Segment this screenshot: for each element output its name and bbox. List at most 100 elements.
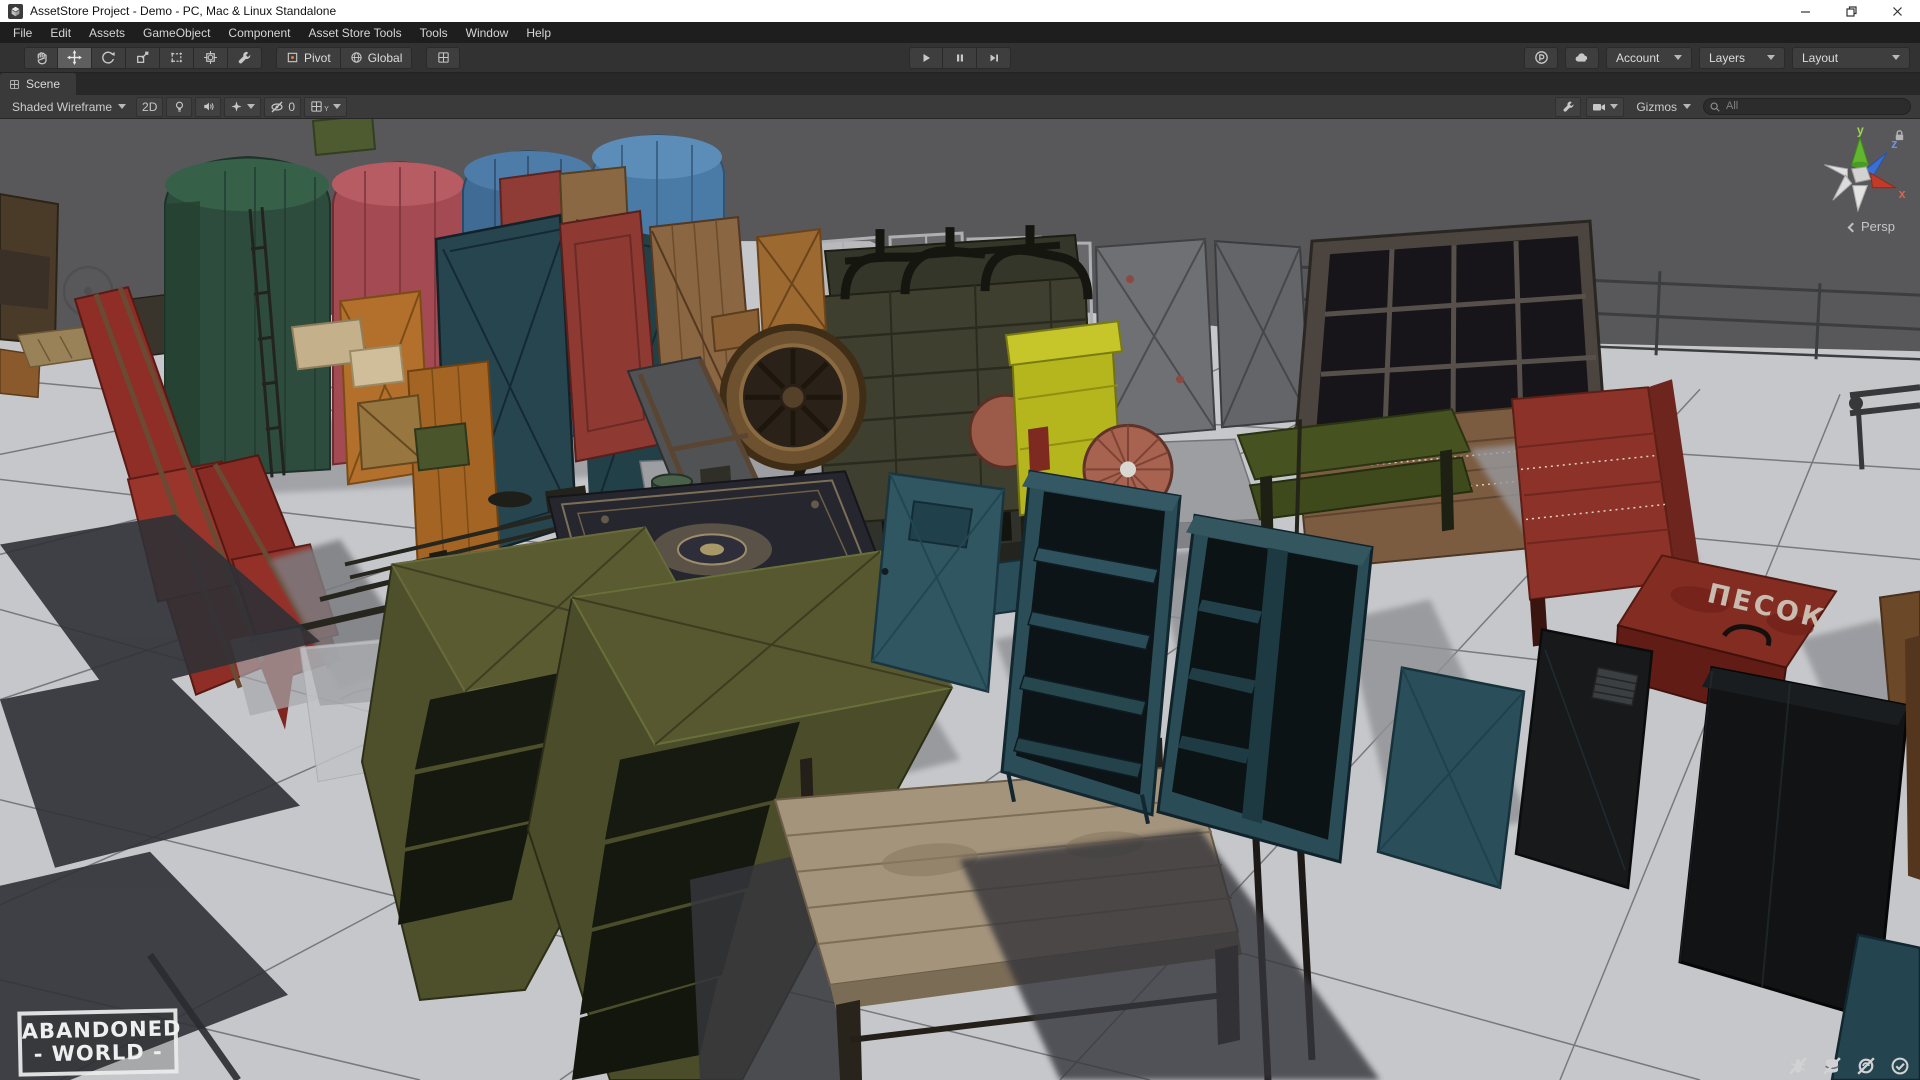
neg-z-axis-cone[interactable] (1832, 174, 1853, 201)
scene-3d-render[interactable]: ПЕСОК (0, 119, 1920, 1080)
beige-crate (348, 344, 406, 389)
persp-arrow-icon (1847, 222, 1858, 232)
window-titlebar: AssetStore Project - Demo - PC, Mac & Li… (0, 0, 1920, 22)
transform-tool-button[interactable] (194, 46, 228, 69)
connection-slash-icon[interactable] (1856, 1056, 1876, 1076)
scene-object-teal-wardrobe[interactable] (1156, 513, 1374, 864)
menu-help[interactable]: Help (517, 22, 560, 43)
menu-window[interactable]: Window (457, 22, 518, 43)
menu-tools[interactable]: Tools (411, 22, 457, 43)
grid-axis-icon (311, 101, 322, 112)
layout-dropdown[interactable]: Layout (1792, 46, 1910, 69)
grid-visibility-dropdown[interactable]: Y (304, 96, 347, 117)
step-icon (990, 54, 998, 62)
camera-icon (1593, 103, 1606, 110)
projection-toggle[interactable]: Persp (1824, 219, 1920, 234)
cache-slash-icon[interactable] (1822, 1056, 1842, 1076)
scene-object-metal-panels[interactable] (1094, 238, 1312, 441)
ammo-box (311, 119, 377, 157)
lock-icon[interactable] (1893, 129, 1906, 147)
move-tool-button[interactable] (58, 46, 92, 69)
wrench-icon (238, 51, 251, 64)
close-button[interactable] (1874, 0, 1920, 22)
rect-tool-icon (171, 52, 182, 63)
layers-label: Layers (1709, 50, 1746, 65)
plastic-scm-icon (1534, 51, 1548, 64)
camera-settings-dropdown[interactable] (1586, 96, 1625, 117)
scale-icon (137, 51, 149, 63)
tasks-check-icon[interactable] (1890, 1056, 1910, 1076)
scene-search-input[interactable] (1703, 98, 1911, 115)
hand-tool-button[interactable] (24, 46, 58, 69)
tab-scene[interactable]: Scene (0, 73, 77, 95)
restore-button[interactable] (1828, 0, 1874, 22)
gizmos-label: Gizmos (1636, 99, 1677, 114)
scene-object-dark-vent-door[interactable] (1514, 628, 1654, 890)
speaker-icon (204, 102, 214, 111)
chevron-down-icon (332, 104, 341, 109)
effects-dropdown-button[interactable] (224, 96, 262, 117)
rotate-tool-button[interactable] (92, 46, 126, 69)
scene-controls-bar: Shaded Wireframe 2D 0 Y Gizmos (0, 95, 1920, 119)
scene-object-teal-door-a[interactable] (870, 471, 1006, 694)
neg-y-axis-cone[interactable] (1852, 185, 1869, 213)
menu-assets[interactable]: Assets (80, 22, 134, 43)
x-axis-label: x (1899, 187, 1906, 201)
menu-edit[interactable]: Edit (41, 22, 80, 43)
menu-gameobject[interactable]: GameObject (134, 22, 219, 43)
gizmos-dropdown[interactable]: Gizmos (1629, 97, 1698, 117)
x-axis-cone[interactable] (1869, 172, 1898, 189)
version-control-button[interactable] (1524, 46, 1558, 69)
play-button[interactable] (909, 47, 943, 69)
bug-slash-icon[interactable] (1788, 1056, 1808, 1076)
neg-x-axis-cone[interactable] (1824, 164, 1848, 179)
editor-status-icons (1788, 1056, 1910, 1076)
window-title: AssetStore Project - Demo - PC, Mac & Li… (30, 4, 337, 18)
main-toolbar: Pivot Global Account Layers Layout (0, 43, 1920, 73)
step-button[interactable] (977, 47, 1011, 69)
layers-dropdown[interactable]: Layers (1699, 46, 1785, 69)
minimize-icon (1800, 10, 1810, 13)
custom-tool-button[interactable] (228, 46, 262, 69)
draw-mode-dropdown[interactable]: Shaded Wireframe (5, 97, 133, 117)
2d-label: 2D (142, 99, 158, 114)
grid-snapping-button[interactable] (426, 46, 461, 69)
y-axis-cone[interactable] (1850, 135, 1870, 166)
scene-object-teal-locker-a[interactable] (1000, 469, 1182, 825)
close-icon (1892, 6, 1902, 16)
scale-tool-button[interactable] (126, 46, 160, 69)
2d-toggle-button[interactable]: 2D (136, 96, 164, 117)
watermark-line2: - WORLD - (33, 1038, 163, 1066)
scene-visibility-button[interactable]: 0 (264, 96, 302, 117)
account-dropdown[interactable]: Account (1606, 46, 1692, 69)
pause-icon (956, 54, 963, 62)
pivot-toggle-button[interactable]: Pivot (276, 46, 341, 69)
scene-object-green-tank[interactable] (164, 156, 331, 481)
global-toggle-button[interactable]: Global (340, 46, 413, 69)
layout-label: Layout (1802, 50, 1839, 65)
global-label: Global (367, 50, 403, 65)
scene-viewport[interactable]: ПЕСОК y z x Persp ABANDONED - WORLD - (0, 119, 1920, 1080)
pivot-label: Pivot (304, 50, 331, 65)
rect-tool-button[interactable] (160, 46, 194, 69)
scene-object-teal-door-b[interactable] (1376, 666, 1526, 890)
cloud-services-button[interactable] (1565, 46, 1599, 69)
chevron-down-icon (1674, 55, 1682, 60)
pause-button[interactable] (943, 47, 977, 69)
play-icon (923, 54, 930, 62)
effects-star-icon (231, 101, 242, 112)
z-axis-cone[interactable] (1865, 151, 1888, 179)
menu-component[interactable]: Component (219, 22, 299, 43)
globe-icon (350, 52, 362, 63)
audio-toggle-button[interactable] (195, 96, 222, 117)
menu-asset-store-tools[interactable]: Asset Store Tools (299, 22, 410, 43)
transform-icon (204, 51, 217, 64)
lightbulb-icon (175, 101, 183, 112)
scene-tools-button[interactable] (1555, 96, 1582, 117)
minimize-button[interactable] (1782, 0, 1828, 22)
tabbar: Scene (0, 73, 1920, 95)
chevron-down-icon (1683, 104, 1691, 109)
scene-tab-label: Scene (26, 77, 61, 91)
menu-file[interactable]: File (4, 22, 41, 43)
lighting-toggle-button[interactable] (166, 96, 193, 117)
